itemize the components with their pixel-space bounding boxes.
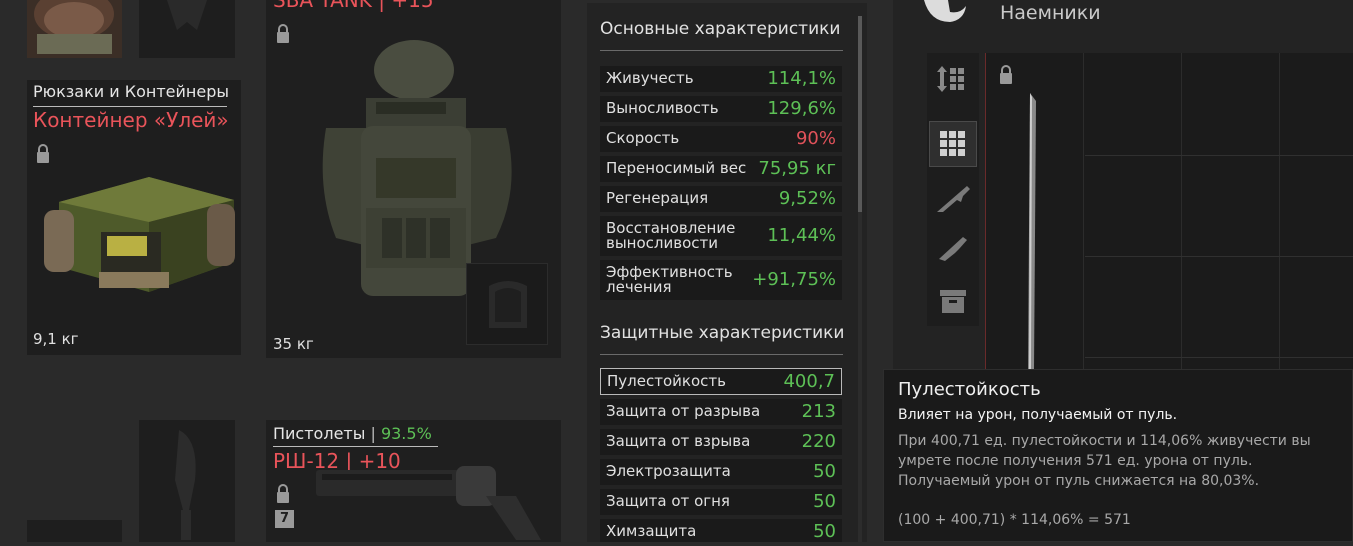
stat-row-vitality: Живучесть 114,1% bbox=[600, 66, 842, 92]
rifle-icon bbox=[937, 186, 970, 212]
filter-rifles-button[interactable] bbox=[929, 175, 977, 221]
defense-stats-title: Защитные характеристики bbox=[600, 323, 845, 343]
equipment-slot-empty[interactable] bbox=[139, 0, 235, 58]
grid-row-divider bbox=[1085, 256, 1353, 257]
main-stats-divider bbox=[600, 50, 843, 51]
pistol-category: Пистолеты | 93.5% bbox=[273, 424, 432, 443]
stats-scrollbar-thumb[interactable] bbox=[858, 16, 862, 212]
stat-row-electro-protection[interactable]: Электрозащита 50 bbox=[600, 459, 842, 485]
revolver-image bbox=[316, 466, 541, 540]
backpack-slot[interactable]: Рюкзаки и Контейнеры Контейнер «Улей» 9,… bbox=[27, 80, 241, 355]
armor-weight: 35 кг bbox=[273, 335, 314, 353]
box-icon bbox=[940, 290, 966, 313]
tooltip-line: При 400,71 ед. пулестойкости и 114,06% ж… bbox=[898, 433, 1311, 449]
lock-icon bbox=[1000, 65, 1012, 84]
tooltip-line: Получаемый урон от пуль снижается на 80,… bbox=[898, 473, 1260, 489]
item-count-badge: 7 bbox=[275, 510, 294, 528]
tooltip-subtitle: Влияет на урон, получаемый от пуль. bbox=[898, 407, 1178, 423]
armor-plate-slot[interactable] bbox=[466, 263, 548, 345]
knife-slot-icon bbox=[175, 430, 196, 540]
stat-row-bullet-resistance[interactable]: Пулестойкость 400,7 bbox=[600, 368, 842, 395]
stat-row-speed: Скорость 90% bbox=[600, 126, 842, 152]
melee-slot[interactable] bbox=[139, 420, 235, 542]
backpack-name: Контейнер «Улей» bbox=[33, 108, 229, 132]
sort-button[interactable] bbox=[929, 56, 977, 102]
grid-cell-locked[interactable] bbox=[985, 53, 1082, 370]
mercenary-inventory-grid bbox=[985, 53, 1353, 370]
equipment-slot-head[interactable] bbox=[27, 0, 122, 58]
stat-row-carry-weight: Переносимый вес 75,95 кг bbox=[600, 156, 842, 182]
stat-row-explosion-protection[interactable]: Защита от взрыва 220 bbox=[600, 429, 842, 455]
helmet-slot-icon bbox=[167, 0, 207, 30]
tooltip-line: умрете после получения 571 ед. урона от … bbox=[898, 453, 1253, 469]
wolf-emblem-icon bbox=[924, 0, 966, 22]
category-divider bbox=[273, 446, 438, 447]
stat-row-laceration-protection[interactable]: Защита от разрыва 213 bbox=[600, 399, 842, 425]
grid-row-divider bbox=[1085, 357, 1353, 358]
equipment-slot-bottom[interactable] bbox=[27, 520, 122, 542]
main-stats-title: Основные характеристики bbox=[600, 19, 841, 39]
grid-column[interactable] bbox=[1279, 53, 1353, 370]
pistol-filter-icon bbox=[939, 237, 967, 261]
tooltip-title: Пулестойкость bbox=[898, 379, 1041, 400]
pistol-durability: 93.5% bbox=[380, 424, 432, 443]
pistol-slot[interactable]: Пистолеты | 93.5% РШ-12 | +10 7 bbox=[266, 420, 561, 542]
tooltip-formula: (100 + 400,71) * 114,06% = 571 bbox=[898, 512, 1131, 528]
grid-icon bbox=[940, 131, 965, 156]
stat-row-healing-efficiency: Эффективность лечения +91,75% bbox=[600, 260, 842, 300]
container-hive-image bbox=[44, 177, 235, 292]
grid-column[interactable] bbox=[1083, 53, 1180, 370]
mercenaries-title: Наемники bbox=[1000, 2, 1101, 24]
category-divider bbox=[33, 106, 227, 107]
armor-slot-icon bbox=[489, 281, 527, 328]
stat-row-stamina-recovery: Восстановление выносливости 11,44% bbox=[600, 216, 842, 256]
lock-icon bbox=[277, 24, 289, 43]
lock-icon bbox=[277, 484, 289, 503]
filter-pistols-button[interactable] bbox=[929, 224, 977, 270]
mask-item-image bbox=[27, 0, 122, 58]
stat-row-regeneration: Регенерация 9,52% bbox=[600, 186, 842, 212]
grid-column[interactable] bbox=[1181, 53, 1278, 370]
stat-row-fire-protection[interactable]: Защита от огня 50 bbox=[600, 489, 842, 515]
stat-row-stamina: Выносливость 129,6% bbox=[600, 96, 842, 122]
grid-row-divider bbox=[1085, 155, 1353, 156]
backpack-weight: 9,1 кг bbox=[33, 330, 79, 348]
armor-slot[interactable]: SBA TANK | +15 35 кг bbox=[266, 0, 561, 358]
stat-row-chemical-protection[interactable]: Химзащита 50 bbox=[600, 519, 842, 542]
filter-all-button[interactable] bbox=[929, 121, 977, 167]
filter-misc-button[interactable] bbox=[929, 278, 977, 324]
defense-stats-divider bbox=[600, 354, 843, 355]
lock-icon bbox=[37, 144, 49, 163]
sort-icon bbox=[937, 66, 964, 92]
armor-name: SBA TANK | +15 bbox=[273, 0, 434, 12]
sword-item-image bbox=[1028, 93, 1036, 370]
backpack-category: Рюкзаки и Контейнеры bbox=[33, 82, 229, 101]
